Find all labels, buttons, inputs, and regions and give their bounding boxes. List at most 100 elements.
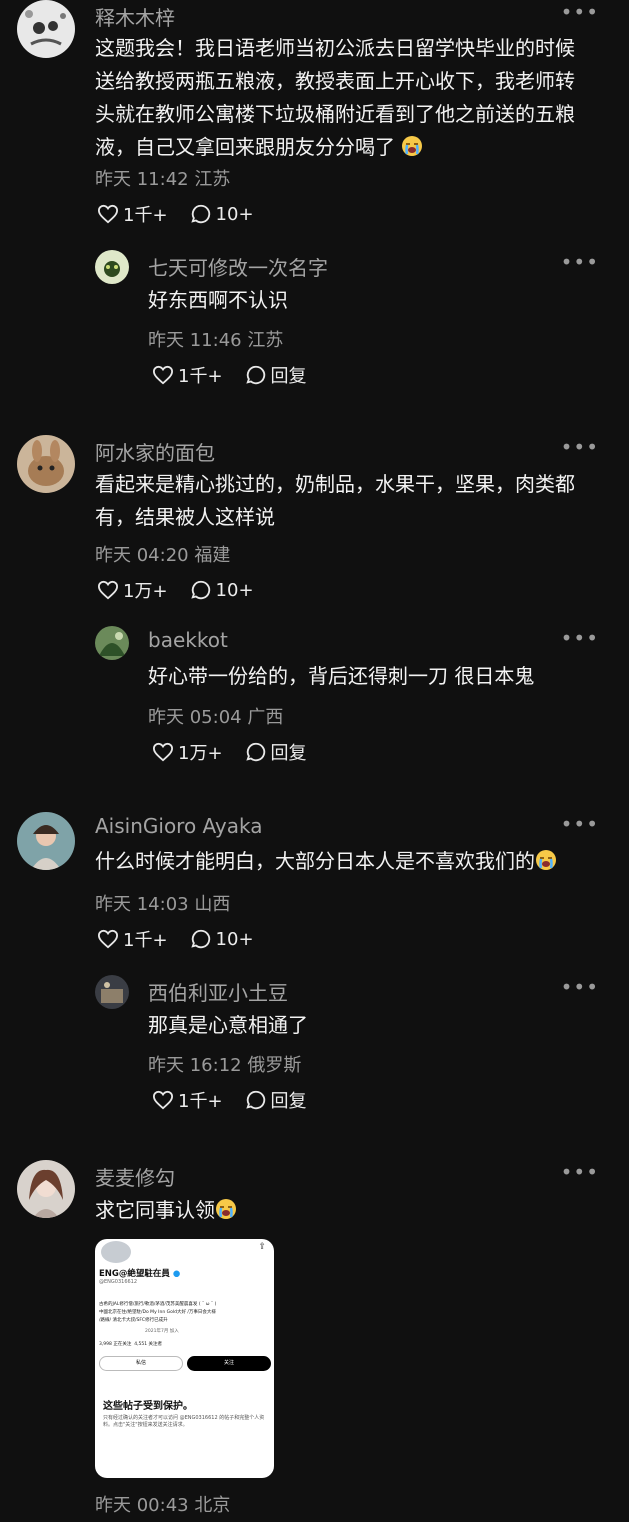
like-count: 1万+ <box>178 743 223 764</box>
reply-text: 好东西啊不认识 <box>148 288 288 312</box>
avatar[interactable] <box>17 1160 75 1218</box>
heart-icon <box>97 204 119 224</box>
comment-text: 求它同事认领 <box>95 1194 615 1227</box>
like-count: 1千+ <box>123 930 168 951</box>
like-button[interactable]: 1千+ <box>152 362 223 388</box>
comment-line: 头就在教师公寓楼下垃圾桶附近看到了他之前送的五粮 <box>95 102 575 126</box>
protected-description: 只有经过确认的关注者才可以访问 @ENG0316612 的帖子和完整个人资料。点… <box>103 1415 265 1428</box>
reply-count-button[interactable]: 10+ <box>190 928 254 950</box>
reply-meta: 昨天 16:12 俄罗斯 <box>148 1051 301 1077</box>
reply-count-button[interactable]: 10+ <box>190 579 254 601</box>
reply-author[interactable]: 西伯利亚小土豆 <box>148 977 288 1006</box>
reply-actions: 1千+ 回复 <box>152 362 329 388</box>
reply-count: 10+ <box>215 928 254 950</box>
comment-author[interactable]: 阿水家的面包 <box>95 437 215 466</box>
comment-actions: 1千+ 10+ <box>97 926 276 952</box>
bio-line: /路線/ 清北卡大叔/SFC修行已成升 <box>99 1318 168 1323</box>
comment-line: 液，自己又拿回来跟朋友分分喝了 <box>95 131 615 164</box>
reply-avatar[interactable] <box>95 975 129 1009</box>
comment-actions: 1万+ 10+ <box>97 577 276 603</box>
more-options-icon[interactable]: ••• <box>561 1160 599 1184</box>
comment-bubble-icon <box>245 742 265 762</box>
reply-count-button[interactable]: 10+ <box>190 203 254 225</box>
reply-actions: 1万+ 回复 <box>152 739 329 765</box>
reply-button[interactable]: 回复 <box>245 362 307 388</box>
reply-meta: 昨天 11:46 江苏 <box>148 326 283 352</box>
comment-meta: 昨天 04:20 福建 <box>95 541 230 567</box>
message-button[interactable]: 私信 <box>99 1356 183 1371</box>
reply-label: 回复 <box>270 1091 307 1112</box>
like-button[interactable]: 1千+ <box>97 926 168 952</box>
more-options-icon[interactable]: ••• <box>561 435 599 459</box>
avatar[interactable] <box>17 0 75 58</box>
more-options-icon[interactable]: ••• <box>561 626 599 650</box>
verified-icon: ● <box>172 1269 181 1279</box>
reply-count: 10+ <box>215 203 254 225</box>
timestamp: 昨天 00:43 <box>95 1495 189 1516</box>
reply-actions: 1千+ 回复 <box>152 1087 329 1113</box>
more-options-icon[interactable]: ••• <box>561 975 599 999</box>
heart-icon <box>152 365 174 385</box>
heart-icon <box>152 742 174 762</box>
reply-button[interactable]: 回复 <box>245 1087 307 1113</box>
like-button[interactable]: 1万+ <box>97 577 168 603</box>
reply-avatar[interactable] <box>95 250 129 284</box>
follow-button[interactable]: 关注 <box>187 1356 271 1371</box>
avatar[interactable] <box>17 812 75 870</box>
comment-meta: 昨天 11:42 江苏 <box>95 165 230 191</box>
comment-line: 求它同事认领 <box>95 1194 615 1227</box>
heart-icon <box>97 580 119 600</box>
comment-author[interactable]: 麦麦修勾 <box>95 1162 175 1191</box>
like-button[interactable]: 1千+ <box>152 1087 223 1113</box>
like-button[interactable]: 1千+ <box>97 201 168 227</box>
more-options-icon[interactable]: ••• <box>561 250 599 274</box>
reply-avatar[interactable] <box>95 626 129 660</box>
reply-label: 回复 <box>270 743 307 764</box>
comment-meta: 昨天 14:03 山西 <box>95 890 230 916</box>
comment-bubble-icon <box>245 1090 265 1110</box>
comment-line: 看起来是精心挑过的，奶制品，水果干，坚果，肉类都 <box>95 472 575 496</box>
more-options-icon[interactable]: ••• <box>561 0 599 24</box>
timestamp: 昨天 16:12 <box>148 1055 242 1076</box>
like-button[interactable]: 1万+ <box>152 739 223 765</box>
crying-face-icon <box>216 1199 236 1219</box>
location: 山西 <box>194 894 231 915</box>
reply-author[interactable]: 七天可修改一次名字 <box>148 252 328 281</box>
like-count: 1千+ <box>178 366 223 387</box>
comment-author[interactable]: 释木木梓 <box>95 2 175 31</box>
more-options-icon[interactable]: ••• <box>561 812 599 836</box>
comment-text: 什么时候才能明白，大部分日本人是不喜欢我们的 <box>95 845 615 878</box>
avatar[interactable] <box>17 435 75 493</box>
comment-line: 什么时候才能明白，大部分日本人是不喜欢我们的 <box>95 845 615 878</box>
comment-meta: 昨天 00:43 北京 <box>95 1491 230 1517</box>
comment-line: 有，结果被人这样说 <box>95 505 275 529</box>
timestamp: 昨天 11:42 <box>95 169 189 190</box>
heart-icon <box>152 1090 174 1110</box>
attached-image[interactable]: ⇪ ENG@絶望駐在員 ● @ENG0316612 古希的JAL修行僧/旅行/軟… <box>95 1239 274 1478</box>
location: 江苏 <box>194 169 231 190</box>
reply-author[interactable]: baekkot <box>148 628 228 652</box>
timestamp: 昨天 04:20 <box>95 545 189 566</box>
comment-line: 送给教授两瓶五粮液，教授表面上开心收下，我老师转 <box>95 69 575 93</box>
share-icon: ⇪ <box>258 1242 266 1252</box>
reply-count: 10+ <box>215 579 254 601</box>
reply-text: 那真是心意相通了 <box>148 1013 308 1037</box>
comment-author[interactable]: AisinGioro Ayaka <box>95 814 262 838</box>
like-count: 1千+ <box>178 1091 223 1112</box>
reply-button[interactable]: 回复 <box>245 739 307 765</box>
comment-bubble-icon <box>190 580 210 600</box>
profile-display-name: ENG@絶望駐在員 ● <box>99 1269 181 1279</box>
like-count: 1千+ <box>123 205 168 226</box>
like-count: 1万+ <box>123 581 168 602</box>
profile-stats: 3,998 正在关注 4,551 关注者 <box>99 1342 163 1347</box>
bio-line: 中國北京在住/絶望駐/Do My Inn Gold大好 /万事日会大様 <box>99 1310 216 1315</box>
crying-face-icon <box>536 850 556 870</box>
location: 广西 <box>247 707 284 728</box>
reply-meta: 昨天 05:04 广西 <box>148 703 283 729</box>
comment-actions: 1千+ 10+ <box>97 201 276 227</box>
bio-line: 古希的JAL修行僧/旅行/軟酒/茅酒/茂苏美醒晨喜发 ( ˆ ω ˆ ) <box>99 1302 217 1307</box>
comment-bubble-icon <box>190 204 210 224</box>
profile-joined: 2021年7月 加入 <box>145 1329 179 1334</box>
heart-icon <box>97 929 119 949</box>
location: 北京 <box>194 1495 231 1516</box>
